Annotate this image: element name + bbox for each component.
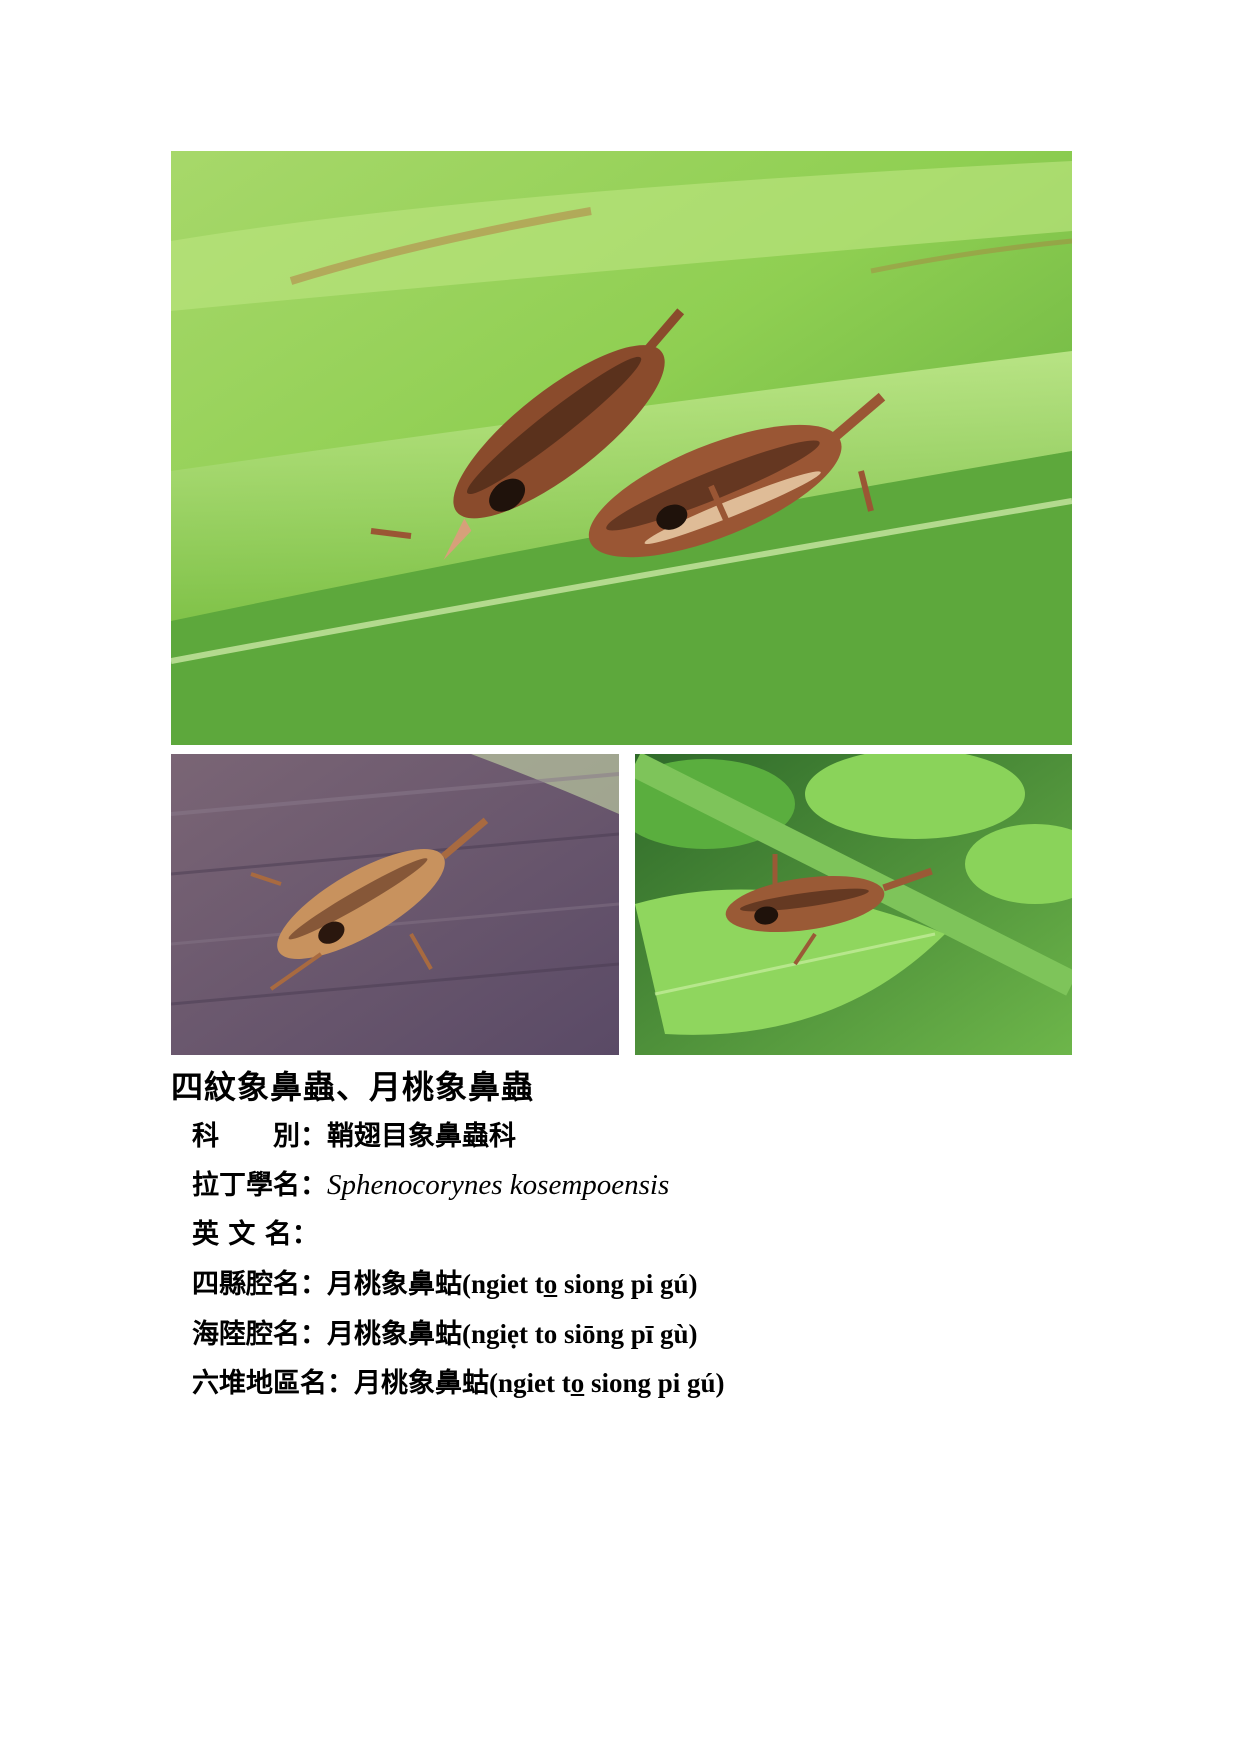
field-sixian-name-rom-u: o xyxy=(543,1269,558,1299)
photo-weevil-on-fern xyxy=(635,754,1072,1055)
field-english-name: 英 文 名： xyxy=(192,1212,319,1251)
field-liudui-name-cjk: 月桃象鼻蛄 xyxy=(354,1368,489,1399)
field-liudui-name-rom-b: siong pi gú) xyxy=(584,1368,725,1398)
field-sixian-name-label: 四縣腔名： xyxy=(192,1269,327,1300)
species-title: 四紋象鼻蟲、月桃象鼻蟲 xyxy=(171,1068,535,1106)
field-family-value: 鞘翅目象鼻蟲科 xyxy=(327,1121,516,1152)
field-english-name-label: 英 文 名： xyxy=(192,1219,319,1250)
field-sixian-name-cjk: 月桃象鼻蛄 xyxy=(327,1269,462,1300)
field-latin-name-label: 拉丁學名： xyxy=(192,1170,327,1201)
field-sixian-name-rom-b: siong pi gú) xyxy=(557,1269,698,1299)
field-hailu-name-cjk: 月桃象鼻蛄 xyxy=(327,1319,462,1350)
field-liudui-name-rom-a: (ngiet t xyxy=(489,1368,571,1398)
field-liudui-name-label: 六堆地區名： xyxy=(192,1368,354,1399)
field-latin-name-value: Sphenocorynes kosempoensis xyxy=(327,1169,670,1201)
field-hailu-name: 海陸腔名：月桃象鼻蛄(ngiẹt to siōng pī gù) xyxy=(192,1312,698,1351)
field-hailu-name-label: 海陸腔名： xyxy=(192,1319,327,1350)
field-family-label: 科 別： xyxy=(192,1121,327,1152)
field-latin-name: 拉丁學名：Sphenocorynes kosempoensis xyxy=(192,1163,669,1202)
field-sixian-name: 四縣腔名：月桃象鼻蛄(ngiet to siong pi gú) xyxy=(192,1262,698,1301)
photo-weevils-mating xyxy=(171,151,1072,745)
field-liudui-name: 六堆地區名：月桃象鼻蛄(ngiet to siong pi gú) xyxy=(192,1361,725,1400)
field-hailu-name-rom: (ngiẹt to siōng pī gù) xyxy=(462,1319,698,1349)
field-liudui-name-rom-u: o xyxy=(570,1368,585,1398)
field-sixian-name-rom-a: (ngiet t xyxy=(462,1269,544,1299)
field-family: 科 別：鞘翅目象鼻蟲科 xyxy=(192,1114,516,1153)
photo-weevil-on-wood xyxy=(171,754,619,1055)
